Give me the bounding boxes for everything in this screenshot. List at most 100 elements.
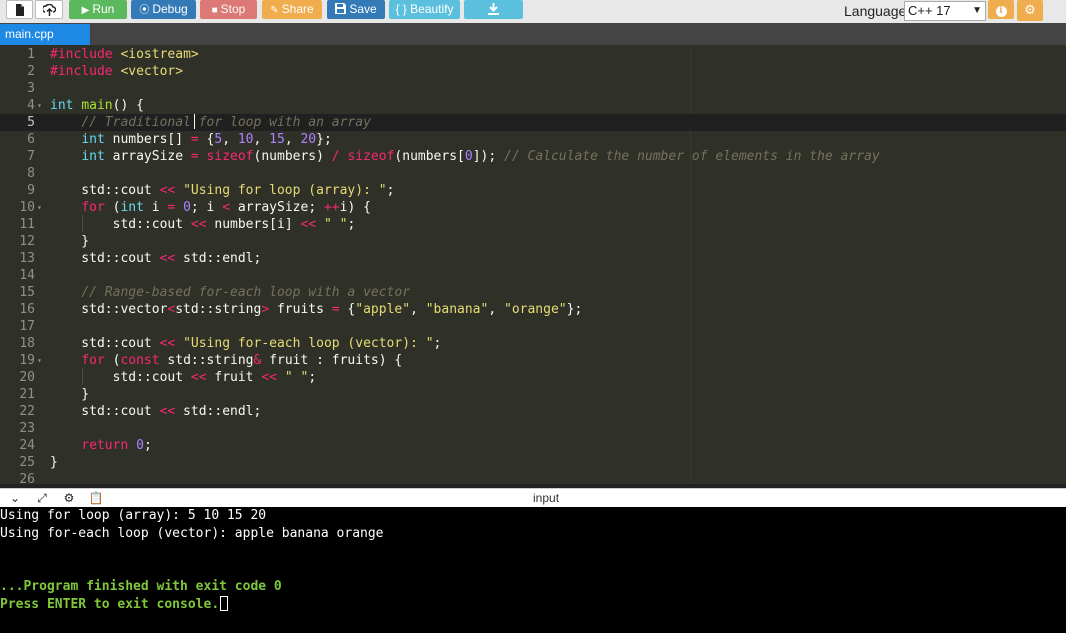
code-line[interactable]: 4 ▾ int main() { (0, 97, 1066, 114)
play-icon: ▶ (81, 5, 90, 16)
code-text: std::cout << fruit << " "; (50, 370, 317, 385)
paste-icon[interactable]: 📋 (88, 491, 104, 505)
save-label: Save (349, 2, 377, 16)
toolbar: ▶ Run ⦿ Debug ■ Stop ✎ Share Save { } Beauti… (0, 0, 1066, 23)
stop-label: Stop (220, 2, 246, 16)
console-cursor (220, 596, 229, 611)
console-line: ...Program finished with exit code 0 (0, 579, 282, 595)
code-line[interactable]: 12 } (0, 233, 1066, 250)
code-text: std::vector<std::string> fruits = {"appl… (50, 302, 583, 317)
code-text: for (int i = 0; i < arraySize; ++i) { (81, 200, 371, 215)
line-number: 8 (27, 166, 35, 181)
fold-arrow-icon[interactable]: ▾ (37, 352, 42, 369)
code-line[interactable]: 14 (0, 267, 1066, 284)
line-number: 10 (19, 200, 35, 215)
code-line[interactable]: 20 std::cout << fruit << " "; (0, 369, 1066, 386)
new-file-button[interactable] (6, 0, 33, 19)
code-text: } (50, 234, 90, 249)
line-number: 22 (19, 404, 35, 419)
share-button[interactable]: ✎ Share (262, 0, 322, 19)
code-line[interactable]: 17 (0, 318, 1066, 335)
debug-button[interactable]: ⦿ Debug (131, 0, 196, 19)
line-number: 26 (19, 472, 35, 484)
code-line[interactable]: 9 std::cout << "Using for loop (array): … (0, 182, 1066, 199)
line-number: 11 (19, 217, 35, 232)
save-button[interactable]: Save (327, 0, 385, 19)
code-line[interactable]: 22 std::cout << std::endl; (0, 403, 1066, 420)
code-text: #include <iostream> (50, 47, 199, 62)
debug-icon: ⦿ (139, 5, 150, 16)
line-number: 19 (19, 353, 35, 368)
code-line[interactable]: 6 int numbers[] = {5, 10, 15, 20}; (0, 131, 1066, 148)
console-toolbar: ⌄ ⤢ ⚙ 📋 input (0, 488, 1066, 508)
code-line[interactable]: 16 std::vector<std::string> fruits = {"a… (0, 301, 1066, 318)
code-line[interactable]: 19 ▾ for (const std::string& fruit : frui… (0, 352, 1066, 369)
code-line[interactable]: 21 } (0, 386, 1066, 403)
stop-button[interactable]: ■ Stop (200, 0, 257, 19)
tab-main-cpp[interactable]: main.cpp (0, 24, 90, 45)
chevron-down-icon[interactable]: ⌄ (7, 491, 23, 505)
code-line[interactable]: 2 #include <vector> (0, 63, 1066, 80)
settings-button[interactable]: ⚙ (1017, 0, 1043, 21)
line-number: 14 (19, 268, 35, 283)
code-line[interactable]: 8 (0, 165, 1066, 182)
line-number: 5 (27, 115, 35, 130)
indent-guide (82, 368, 83, 385)
code-text: return 0; (81, 438, 152, 453)
line-number: 23 (19, 421, 35, 436)
code-text: std::cout << "Using for-each loop (vecto… (50, 336, 442, 351)
code-line[interactable]: 13 std::cout << std::endl; (0, 250, 1066, 267)
code-line[interactable]: 23 (0, 420, 1066, 437)
code-text: std::cout << std::endl; (50, 251, 262, 266)
save-icon (335, 3, 347, 14)
info-icon: i (995, 6, 1007, 17)
language-select[interactable]: C++ 17 ▼ (904, 1, 986, 21)
beautify-button[interactable]: { } Beautify (389, 0, 460, 19)
code-editor[interactable]: 1 #include <iostream> 2 #include <vector> 3 4… (0, 45, 1066, 484)
settings-icon[interactable]: ⚙ (61, 491, 77, 505)
expand-icon[interactable]: ⤢ (34, 491, 50, 505)
fold-arrow-icon[interactable]: ▾ (37, 97, 42, 114)
run-button[interactable]: ▶ Run (69, 0, 127, 19)
console-line: Press ENTER to exit console. (0, 596, 229, 613)
code-line[interactable]: 5 // Traditional for loop with an array (0, 114, 1066, 131)
code-line[interactable]: 3 (0, 80, 1066, 97)
console-line: Using for loop (array): 5 10 15 20 (0, 508, 267, 523)
code-text: std::cout << std::endl; (50, 404, 262, 419)
code-line[interactable]: 25} (0, 454, 1066, 471)
fold-arrow-icon[interactable]: ▾ (37, 199, 42, 216)
code-line[interactable]: 1 #include <iostream> (0, 46, 1066, 63)
code-text: } (50, 387, 90, 402)
code-text: std::cout << "Using for loop (array): "; (50, 183, 395, 198)
code-line[interactable]: 26 (0, 471, 1066, 484)
code-line[interactable]: 11 std::cout << numbers[i] << " "; (0, 216, 1066, 233)
line-number: 13 (19, 251, 35, 266)
code-text: int numbers[] = {5, 10, 15, 20}; (81, 132, 332, 147)
download-button[interactable] (464, 0, 523, 19)
line-number: 6 (27, 132, 35, 147)
gear-icon: ⚙ (1024, 2, 1036, 17)
info-button[interactable]: i (988, 0, 1014, 19)
line-number: 20 (19, 370, 35, 385)
code-line[interactable]: 18 std::cout << "Using for-each loop (ve… (0, 335, 1066, 352)
code-line[interactable]: 15 // Range-based for-each loop with a v… (0, 284, 1066, 301)
code-line[interactable]: 10 ▾ for (int i = 0; i < arraySize; ++i) … (0, 199, 1066, 216)
line-number: 3 (27, 81, 35, 96)
code-text: int arraySize = sizeof(numbers) / sizeof… (81, 149, 880, 164)
debug-label: Debug (152, 2, 188, 16)
input-label: input (533, 491, 560, 505)
stop-icon: ■ (211, 5, 218, 16)
code-text: } (50, 455, 58, 470)
line-number: 18 (19, 336, 35, 351)
output-console[interactable]: Using for loop (array): 5 10 15 20 Using … (0, 507, 1066, 633)
code-line[interactable]: 7 int arraySize = sizeof(numbers) / size… (0, 148, 1066, 165)
code-text: #include <vector> (50, 64, 184, 79)
upload-button[interactable] (35, 0, 63, 19)
code-text: // Range-based for-each loop with a vect… (81, 285, 411, 300)
chevron-down-icon: ▼ (972, 5, 982, 16)
code-line[interactable]: 24 return 0; (0, 437, 1066, 454)
line-number: 7 (27, 149, 35, 164)
code-text: std::cout << numbers[i] << " "; (50, 217, 356, 232)
code-text: for (const std::string& fruit : fruits) … (81, 353, 403, 368)
line-number: 24 (19, 438, 35, 453)
